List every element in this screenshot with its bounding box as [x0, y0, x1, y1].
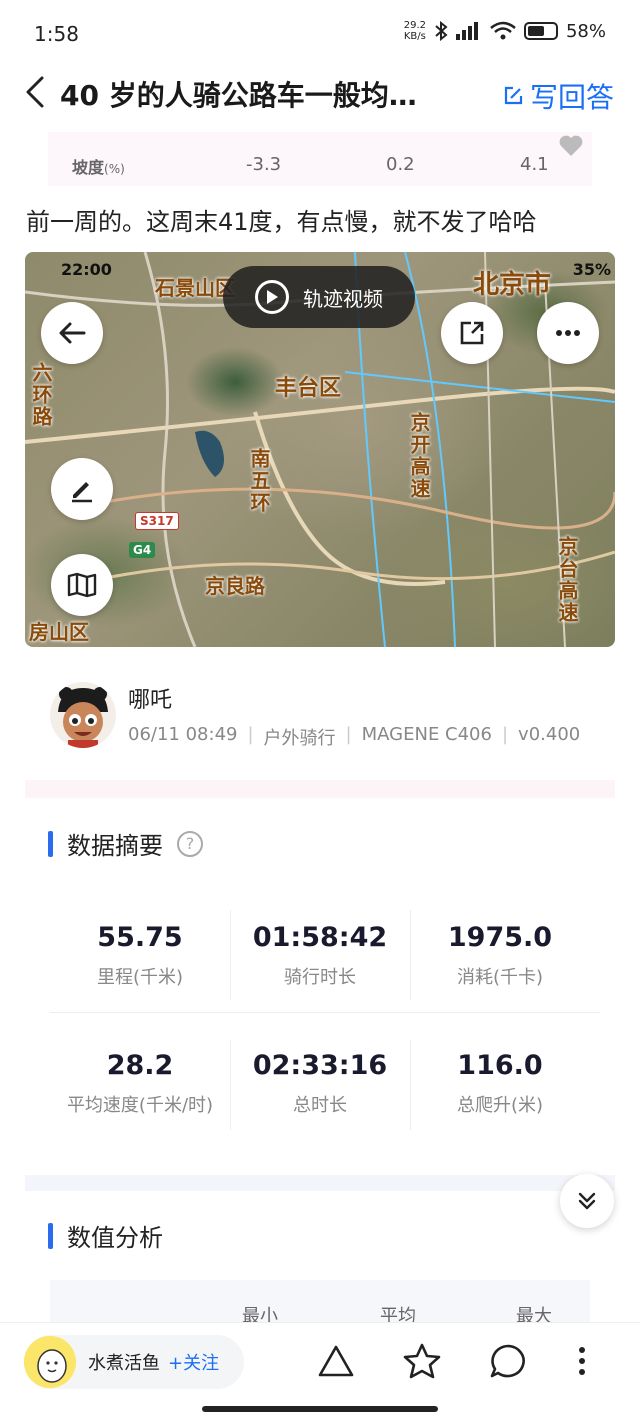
divider-band [25, 1175, 615, 1191]
map-label-jingliang: 京良路 [205, 574, 265, 598]
author-chip[interactable]: 水煮活鱼 +关注 [24, 1335, 244, 1389]
divider [410, 1040, 411, 1130]
meta-separator: | [345, 724, 352, 745]
bluetooth-icon [435, 21, 448, 41]
slope-value: -3.3 [246, 154, 282, 175]
scroll-down-button[interactable] [560, 1174, 614, 1228]
summary-stats: 55.75 里程(千米) 01:58:42 骑行时长 1975.0 消耗(千卡)… [50, 890, 590, 1150]
favorite-button[interactable] [400, 1339, 444, 1383]
summary-section-title: 数据摘要 ? [48, 826, 203, 861]
more-icon [556, 330, 580, 336]
meta-separator: | [247, 724, 254, 745]
track-video-label: 轨迹视频 [303, 286, 383, 311]
author-name: 水煮活鱼 [88, 1353, 160, 1374]
upvote-button[interactable] [314, 1339, 358, 1383]
map-sign-s317: S317 [135, 512, 179, 530]
avatar[interactable] [50, 682, 116, 748]
rider-name: 哪吒 [128, 688, 173, 713]
map-layers-button[interactable] [51, 554, 113, 616]
network-speed: 29.2 KB/s [403, 20, 426, 42]
map-label-south-fifth-ring: 南五环 [247, 448, 271, 514]
heart-icon[interactable] [558, 134, 584, 158]
home-indicator[interactable] [202, 1406, 438, 1412]
track-map[interactable]: 22:00 35% 石景山区 北京市 丰台区 南五环 京开高速 京良路 京台高速… [25, 252, 615, 647]
comment-icon [490, 1344, 525, 1378]
status-bar: 1:58 29.2 KB/s 58% [0, 0, 640, 64]
map-label-west-ring: 六环路 [29, 362, 53, 428]
slope-row: 坡度(%) -3.3 0.2 4.1 [48, 132, 592, 186]
meta-separator: | [501, 724, 509, 745]
divider [50, 1012, 600, 1013]
ride-activity: 户外骑行 [263, 728, 336, 749]
map-sign-g4: G4 [129, 542, 156, 558]
slope-label: 坡度(%) [72, 158, 125, 177]
divider [230, 1040, 231, 1130]
status-time: 1:58 [34, 22, 79, 46]
ride-datetime: 06/11 08:49 [128, 724, 238, 745]
ride-version: v0.400 [518, 724, 581, 745]
divider [410, 910, 411, 1000]
analysis-table-header: 最小 平均 最大 [50, 1280, 590, 1327]
back-icon[interactable] [20, 74, 50, 110]
more-vertical-icon [579, 1347, 585, 1375]
star-icon [403, 1343, 441, 1379]
double-chevron-down-icon [578, 1192, 596, 1210]
section-marker [48, 830, 53, 857]
stat-elevation: 116.0 总爬升(米) [456, 1050, 544, 1116]
map-edit-button[interactable] [51, 458, 113, 520]
write-answer-label: 写回答 [529, 81, 614, 114]
share-icon [460, 321, 484, 345]
stat-avg-speed: 28.2 平均速度(千米/时) [66, 1050, 214, 1116]
stat-total-time: 02:33:16 总时长 [252, 1050, 388, 1116]
comment-button[interactable] [486, 1339, 530, 1383]
wifi-icon [490, 21, 516, 40]
map-label-fengtai: 丰台区 [275, 376, 342, 401]
analysis-section-title: 数值分析 [48, 1218, 163, 1253]
divider [230, 910, 231, 1000]
map-share-button[interactable] [441, 302, 503, 364]
ride-device: MAGENE C406 [361, 724, 492, 745]
map-more-button[interactable] [537, 302, 599, 364]
ride-meta: 06/11 08:49 | 户外骑行 | MAGENE C406 | v0.40… [128, 724, 580, 750]
map-phone-time: 22:00 [61, 260, 112, 279]
pencil-icon [72, 482, 92, 503]
analysis-title: 数值分析 [67, 1224, 163, 1252]
author-avatar[interactable] [24, 1336, 76, 1388]
play-icon [255, 280, 289, 314]
track-video-button[interactable]: 轨迹视频 [223, 266, 415, 328]
header: 40 岁的人骑公路车一般均… 写回答 [0, 64, 640, 124]
status-icons: 29.2 KB/s 58% [404, 20, 606, 42]
slope-value: 4.1 [520, 154, 549, 175]
help-icon[interactable]: ? [177, 830, 203, 857]
section-marker [48, 1222, 53, 1249]
battery-icon [523, 22, 558, 40]
map-icon [67, 572, 97, 598]
map-label-jingtai: 京台高速 [555, 536, 579, 624]
edit-icon [504, 86, 523, 105]
battery-percent: 58% [565, 20, 606, 42]
more-options-button[interactable] [560, 1339, 604, 1383]
triangle-up-icon [318, 1345, 354, 1377]
map-label-jingkai: 京开高速 [407, 412, 431, 500]
write-answer-button[interactable]: 写回答 [502, 76, 614, 116]
stat-calories: 1975.0 消耗(千卡) [447, 922, 553, 988]
map-label-beijing: 北京市 [473, 270, 552, 300]
divider-band [25, 780, 615, 798]
signal-icon [455, 22, 478, 40]
page-title: 40 岁的人骑公路车一般均… [60, 79, 417, 112]
map-label-fangshan: 房山区 [29, 620, 89, 644]
map-phone-battery: 35% [572, 260, 611, 279]
stat-ride-time: 01:58:42 骑行时长 [252, 922, 388, 988]
stat-distance: 55.75 里程(千米) [96, 922, 184, 988]
arrow-left-icon [59, 322, 86, 344]
summary-title: 数据摘要 [67, 832, 163, 860]
slope-value: 0.2 [386, 154, 415, 175]
follow-button[interactable]: +关注 [168, 1349, 219, 1375]
post-text: 前一周的。这周末41度，有点慢，就不发了哈哈 [26, 208, 537, 236]
map-back-button[interactable] [41, 302, 103, 364]
ride-profile: 哪吒 06/11 08:49 | 户外骑行 | MAGENE C406 | v0… [0, 660, 640, 790]
